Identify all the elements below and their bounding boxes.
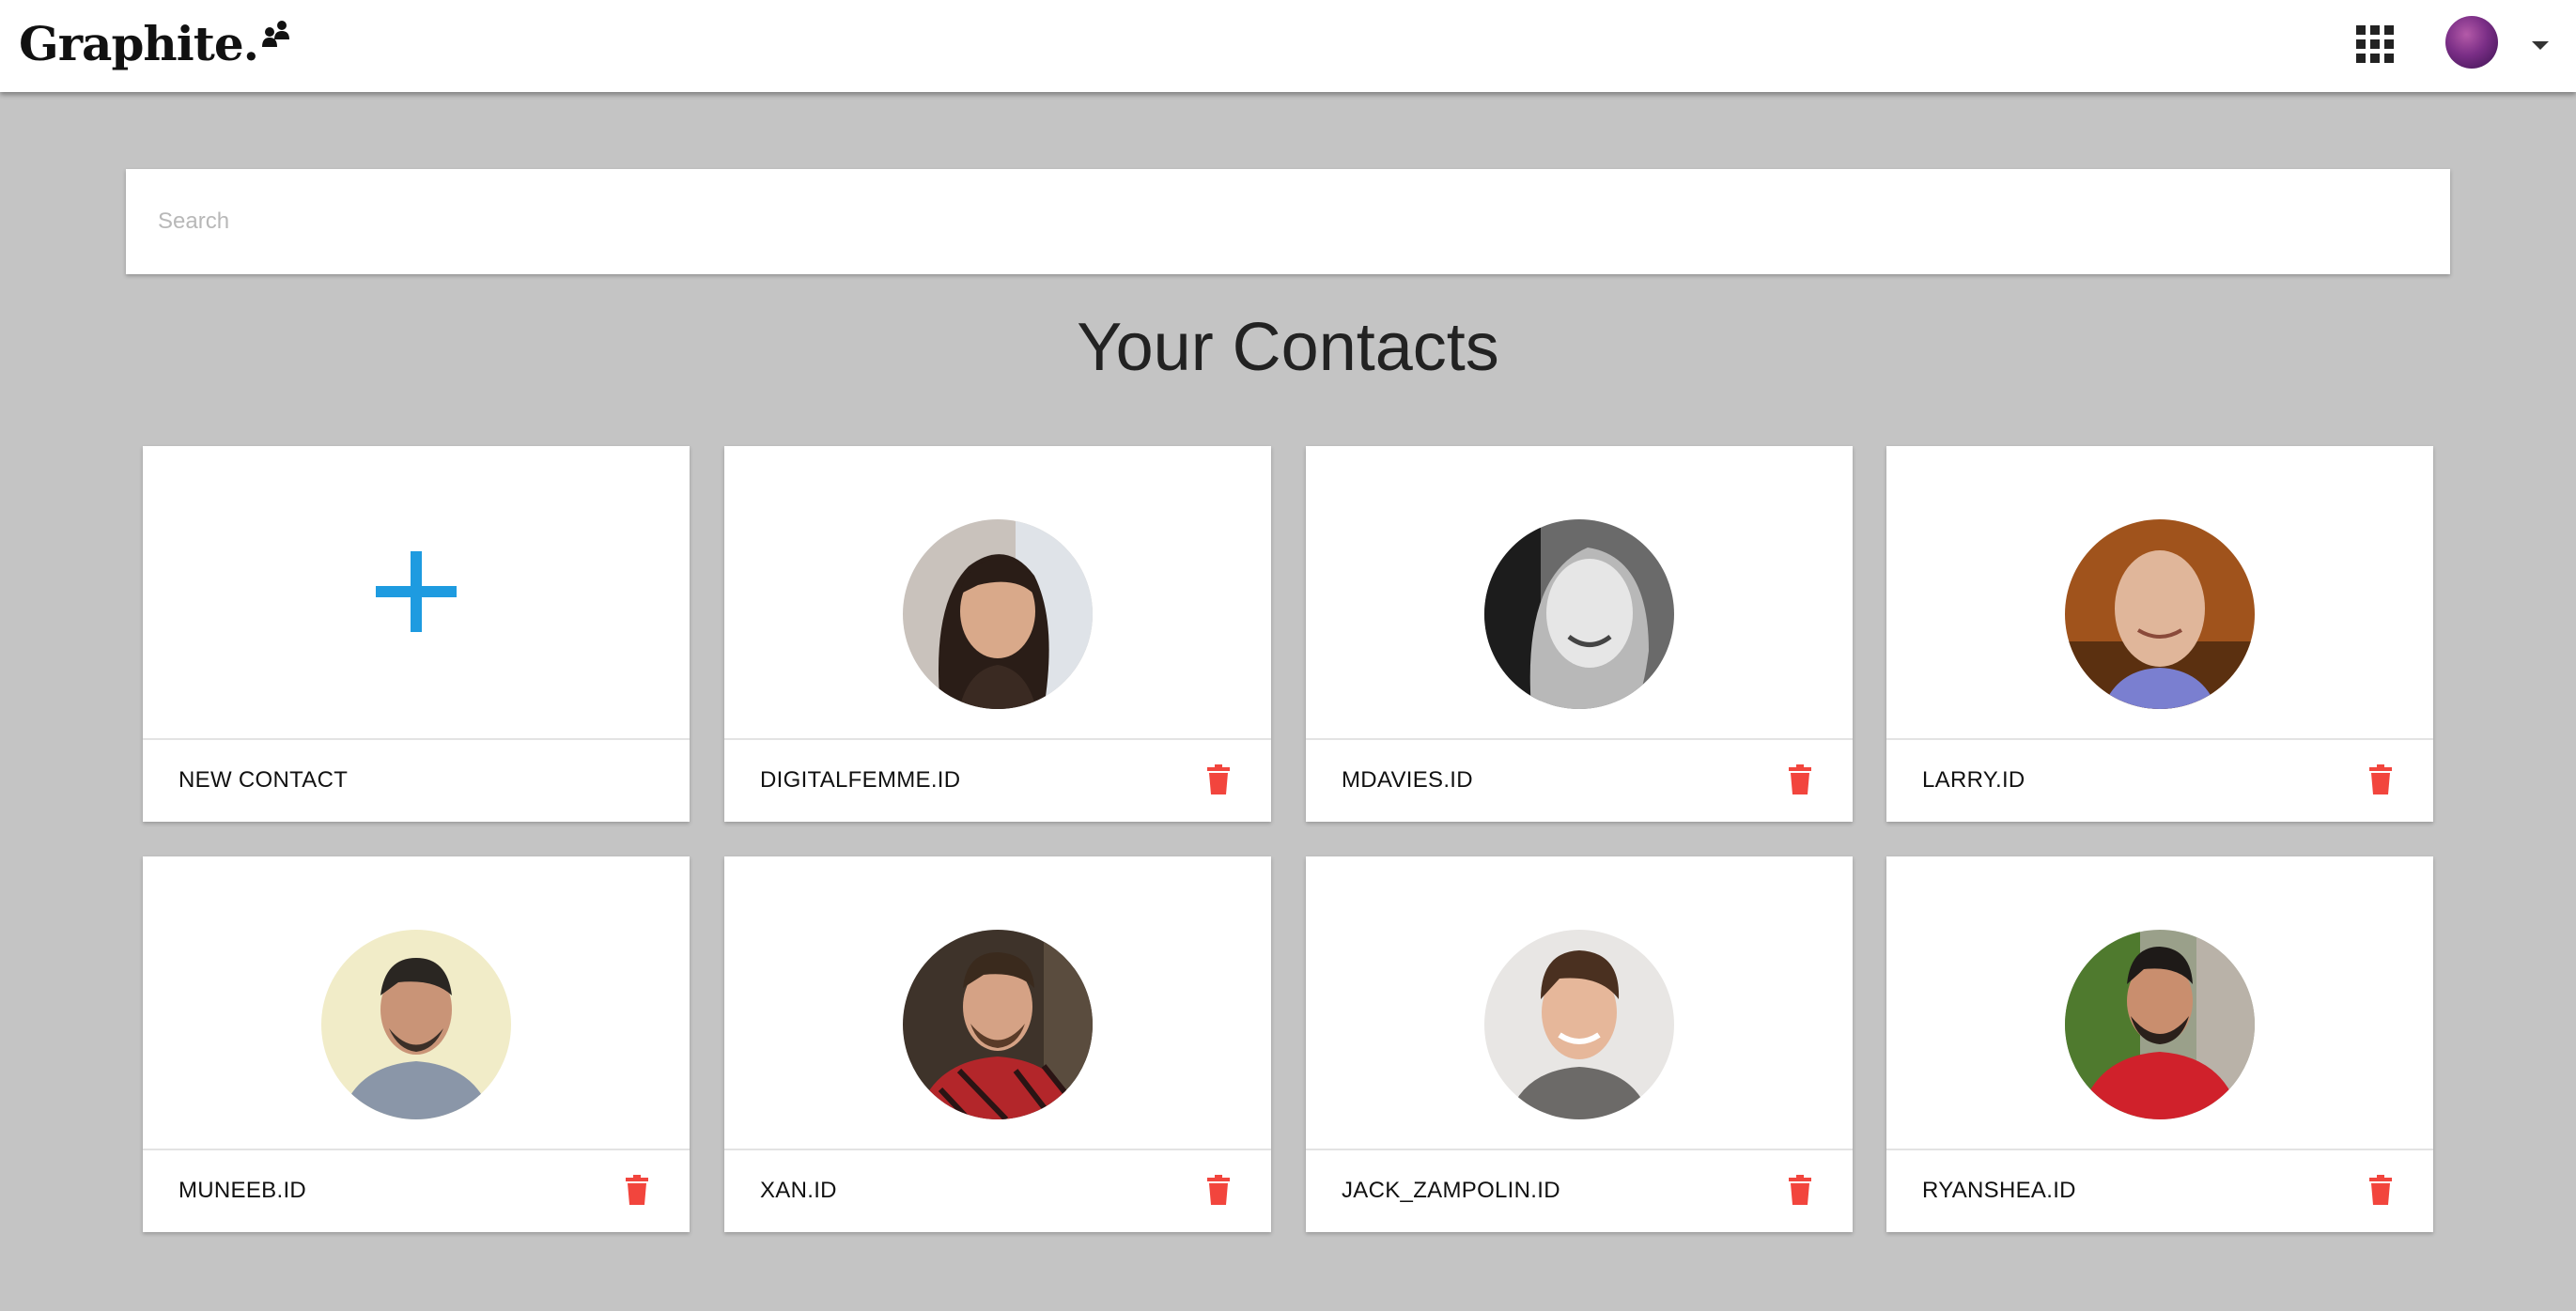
page-title: Your Contacts [1077,310,1499,385]
grid-dot [2356,54,2366,63]
trash-icon[interactable] [1207,1175,1230,1205]
contact-card[interactable]: DIGITALFEMME.ID [724,446,1271,822]
card-divider [143,738,690,740]
trash-icon[interactable] [2369,764,2392,794]
contact-card[interactable]: JACK_ZAMPOLIN.ID [1306,856,1853,1232]
trash-icon[interactable] [2369,1175,2392,1205]
contact-avatar [321,930,511,1119]
card-divider [1306,1149,1853,1150]
plus-icon [376,551,457,632]
contact-avatar [1484,519,1674,709]
card-divider [1306,738,1853,740]
grid-dot [2356,25,2366,35]
grid-dot [2384,54,2394,63]
top-bar: Graphite. [0,0,2576,92]
card-media [724,856,1271,1149]
contact-card[interactable]: RYANSHEA.ID [1886,856,2433,1232]
card-divider [143,1149,690,1150]
brand-name: Graphite. [19,16,259,71]
contact-card[interactable]: MUNEEB.ID [143,856,690,1232]
contact-avatar [2065,519,2255,709]
grid-dot [2370,54,2380,63]
new-contact-label: NEW CONTACT [178,767,349,793]
contact-id-label: DIGITALFEMME.ID [760,767,961,793]
trash-icon[interactable] [1207,764,1230,794]
contact-avatar [903,930,1093,1119]
contact-card[interactable]: XAN.ID [724,856,1271,1232]
trash-icon[interactable] [626,1175,648,1205]
contact-avatar [2065,930,2255,1119]
grid-dot [2384,25,2394,35]
search-input[interactable] [126,169,2450,274]
search-bar [126,169,2450,274]
contact-id-label: JACK_ZAMPOLIN.ID [1342,1178,1560,1203]
user-avatar[interactable] [2445,16,2498,69]
trash-icon[interactable] [1789,764,1811,794]
caret-down-icon[interactable] [2532,41,2549,50]
card-divider [1886,1149,2433,1150]
card-divider [724,738,1271,740]
contact-id-label: XAN.ID [760,1178,837,1203]
card-media [1886,856,2433,1149]
card-media [1306,856,1853,1149]
card-media [143,446,690,738]
contact-id-label: RYANSHEA.ID [1922,1178,2076,1203]
trash-icon[interactable] [1789,1175,1811,1205]
card-media [1306,446,1853,738]
grid-dot [2356,39,2366,49]
contact-id-label: MUNEEB.ID [178,1178,307,1203]
contact-card[interactable]: MDAVIES.ID [1306,446,1853,822]
card-divider [724,1149,1271,1150]
contact-avatar [1484,930,1674,1119]
card-media [143,856,690,1149]
grid-dot [2370,39,2380,49]
people-icon [262,21,290,47]
brand-logo[interactable]: Graphite. [19,13,292,79]
contact-avatar [903,519,1093,709]
new-contact-card[interactable]: NEW CONTACT [143,446,690,822]
contact-card[interactable]: LARRY.ID [1886,446,2433,822]
card-media [724,446,1271,738]
grid-dot [2370,25,2380,35]
grid-dot [2384,39,2394,49]
card-media [1886,446,2433,738]
card-divider [1886,738,2433,740]
apps-grid-icon[interactable] [2356,25,2394,63]
contact-id-label: LARRY.ID [1922,767,2025,793]
contact-id-label: MDAVIES.ID [1342,767,1473,793]
